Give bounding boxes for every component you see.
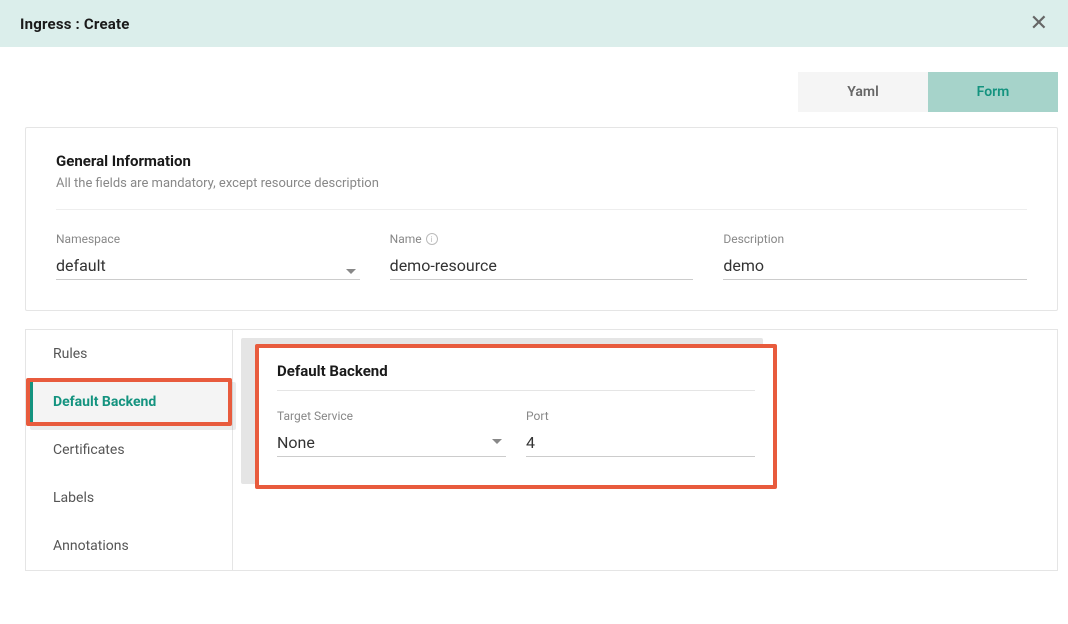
port-group: Port — [526, 409, 755, 457]
default-backend-panel: Default Backend Target Service None Port — [255, 344, 777, 489]
target-service-select[interactable]: None — [277, 427, 506, 457]
dialog-title: Ingress : Create — [20, 15, 130, 33]
divider — [56, 209, 1027, 210]
sidebar-item-annotations[interactable]: Annotations — [26, 522, 232, 570]
general-info-card: General Information All the fields are m… — [25, 127, 1058, 311]
description-label: Description — [723, 232, 1027, 246]
namespace-value: default — [56, 250, 360, 280]
target-service-label: Target Service — [277, 409, 506, 423]
sidebar-item-certificates[interactable]: Certificates — [26, 426, 232, 474]
namespace-select[interactable]: default — [56, 250, 360, 280]
view-tabs: Yaml Form — [0, 47, 1068, 127]
panel-divider — [277, 390, 755, 391]
sidebar-item-labels[interactable]: Labels — [26, 474, 232, 522]
port-input[interactable] — [526, 427, 755, 457]
highlight-wrap: Default Backend — [26, 378, 232, 426]
panel-title: Default Backend — [277, 362, 755, 380]
dialog-header: Ingress : Create ✕ — [0, 0, 1068, 47]
name-label-text: Name — [390, 232, 422, 246]
close-icon[interactable]: ✕ — [1030, 13, 1048, 35]
fields-row: Namespace default Name i Description — [56, 232, 1027, 280]
name-input[interactable] — [390, 250, 694, 280]
highlight-border: Default Backend — [26, 378, 232, 426]
tab-yaml[interactable]: Yaml — [798, 72, 928, 112]
sidebar-item-default-backend[interactable]: Default Backend — [30, 382, 228, 422]
settings-sidebar: Rules Default Backend Certificates Label… — [26, 330, 233, 570]
description-field-group: Description — [723, 232, 1027, 280]
sidebar-item-rules[interactable]: Rules — [26, 330, 232, 378]
bottom-container: Rules Default Backend Certificates Label… — [25, 329, 1058, 571]
name-field-group: Name i — [390, 232, 694, 280]
section-title: General Information — [56, 152, 1027, 170]
info-icon[interactable]: i — [426, 233, 438, 245]
backend-fields: Target Service None Port — [277, 409, 755, 457]
content-panel: Default Backend Target Service None Port — [233, 330, 1057, 570]
target-service-value: None — [277, 427, 506, 457]
target-service-group: Target Service None — [277, 409, 506, 457]
section-subtitle: All the fields are mandatory, except res… — [56, 176, 1027, 191]
description-input[interactable] — [723, 250, 1027, 280]
namespace-field-group: Namespace default — [56, 232, 360, 280]
port-label: Port — [526, 409, 755, 423]
name-label: Name i — [390, 232, 694, 246]
tab-form[interactable]: Form — [928, 72, 1058, 112]
namespace-label: Namespace — [56, 232, 360, 246]
